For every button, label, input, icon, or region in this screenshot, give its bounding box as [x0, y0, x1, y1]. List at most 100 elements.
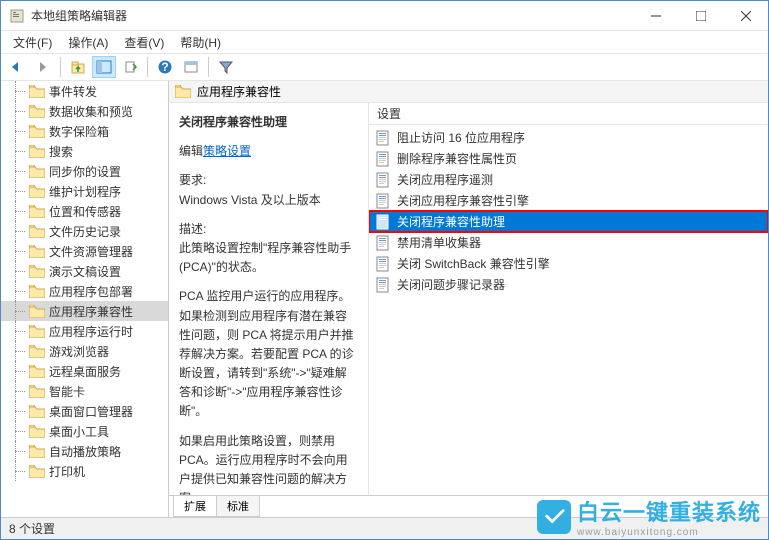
- tab-extended[interactable]: 扩展: [173, 496, 217, 517]
- requirements-text: Windows Vista 及以上版本: [179, 193, 321, 207]
- tree-scroll[interactable]: 事件转发数据收集和预览数字保险箱搜索同步你的设置维护计划程序位置和传感器文件历史…: [1, 81, 168, 517]
- watermark-text-block: 白云一键重装系统 www.baiyunxitong.com: [577, 495, 761, 538]
- up-button[interactable]: [66, 56, 90, 78]
- tree-item[interactable]: 远程桌面服务: [1, 361, 168, 381]
- settings-list-column: 设置 阻止访问 16 位应用程序删除程序兼容性属性页关闭应用程序遥测关闭应用程序…: [369, 103, 768, 495]
- tree-item[interactable]: 打印机: [1, 461, 168, 481]
- tree-item[interactable]: 事件转发: [1, 81, 168, 101]
- app-icon: [9, 8, 25, 24]
- tree-item[interactable]: 文件资源管理器: [1, 241, 168, 261]
- content-area: 事件转发数据收集和预览数字保险箱搜索同步你的设置维护计划程序位置和传感器文件历史…: [1, 81, 768, 517]
- detail-title: 应用程序兼容性: [197, 83, 281, 100]
- list-column-header[interactable]: 设置: [369, 103, 768, 125]
- list-item[interactable]: 删除程序兼容性属性页: [369, 148, 768, 169]
- detail-header: 应用程序兼容性: [169, 81, 768, 103]
- list-item[interactable]: 阻止访问 16 位应用程序: [369, 127, 768, 148]
- list-item[interactable]: 关闭问题步骤记录器: [369, 274, 768, 295]
- settings-list[interactable]: 阻止访问 16 位应用程序删除程序兼容性属性页关闭应用程序遥测关闭应用程序兼容性…: [369, 125, 768, 495]
- tree-item[interactable]: 游戏浏览器: [1, 341, 168, 361]
- detail-pane: 应用程序兼容性 关闭程序兼容性助理 编辑策略设置 要求: Windows Vist…: [169, 81, 768, 517]
- tree-item-label: 同步你的设置: [49, 163, 121, 180]
- window-title: 本地组策略编辑器: [31, 7, 633, 24]
- menu-help[interactable]: 帮助(H): [172, 32, 229, 53]
- list-item[interactable]: 关闭应用程序遥测: [369, 169, 768, 190]
- list-item-label: 禁用清单收集器: [397, 234, 481, 251]
- tree-item-label: 远程桌面服务: [49, 363, 121, 380]
- folder-icon: [175, 85, 191, 98]
- tree-item-label: 演示文稿设置: [49, 263, 121, 280]
- watermark: 白云一键重装系统 www.baiyunxitong.com: [537, 495, 761, 538]
- toolbar: ?: [1, 53, 768, 81]
- menubar: 文件(F) 操作(A) 查看(V) 帮助(H): [1, 31, 768, 53]
- list-item-label: 关闭问题步骤记录器: [397, 276, 505, 293]
- back-button[interactable]: [5, 56, 29, 78]
- forward-button[interactable]: [31, 56, 55, 78]
- list-item[interactable]: 禁用清单收集器: [369, 232, 768, 253]
- window-controls: [633, 1, 768, 30]
- watermark-text: 白云一键重装系统: [577, 495, 761, 527]
- tree-item-label: 数字保险箱: [49, 123, 109, 140]
- tree-item[interactable]: 数据收集和预览: [1, 101, 168, 121]
- tree-item-label: 维护计划程序: [49, 183, 121, 200]
- tree-item-label: 智能卡: [49, 383, 85, 400]
- separator: [208, 57, 209, 77]
- tree-item[interactable]: 演示文稿设置: [1, 261, 168, 281]
- tree-pane: 事件转发数据收集和预览数字保险箱搜索同步你的设置维护计划程序位置和传感器文件历史…: [1, 81, 169, 517]
- requirements-label: 要求:: [179, 173, 206, 187]
- tree-item[interactable]: 应用程序运行时: [1, 321, 168, 341]
- status-text: 8 个设置: [9, 520, 55, 537]
- tree-item-label: 搜索: [49, 143, 73, 160]
- tree-item[interactable]: 自动播放策略: [1, 441, 168, 461]
- list-item-label: 删除程序兼容性属性页: [397, 150, 517, 167]
- tree-item[interactable]: 应用程序兼容性: [1, 301, 168, 321]
- tree-item[interactable]: 桌面窗口管理器: [1, 401, 168, 421]
- tree-item[interactable]: 位置和传感器: [1, 201, 168, 221]
- tree-item[interactable]: 应用程序包部署: [1, 281, 168, 301]
- app-window: 本地组策略编辑器 文件(F) 操作(A) 查看(V) 帮助(H) ? 事件转发数…: [0, 0, 769, 540]
- tree-item-label: 游戏浏览器: [49, 343, 109, 360]
- list-item-label: 关闭应用程序遥测: [397, 171, 493, 188]
- watermark-icon: [537, 500, 571, 534]
- properties-button[interactable]: [179, 56, 203, 78]
- description-text-2: PCA 监控用户运行的应用程序。如果检测到应用程序有潜在兼容性问题，则 PCA …: [179, 287, 358, 421]
- minimize-button[interactable]: [633, 1, 678, 30]
- menu-view[interactable]: 查看(V): [116, 32, 172, 53]
- tree-item[interactable]: 维护计划程序: [1, 181, 168, 201]
- maximize-button[interactable]: [678, 1, 723, 30]
- watermark-url: www.baiyunxitong.com: [577, 527, 761, 538]
- show-tree-button[interactable]: [92, 56, 116, 78]
- detail-body: 关闭程序兼容性助理 编辑策略设置 要求:Windows Vista 及以上版本 …: [169, 103, 768, 495]
- svg-text:?: ?: [161, 60, 168, 74]
- selected-setting-title: 关闭程序兼容性助理: [179, 113, 358, 132]
- list-item[interactable]: 关闭应用程序兼容性引擎: [369, 190, 768, 211]
- tree-item-label: 文件历史记录: [49, 223, 121, 240]
- tree-item-label: 桌面小工具: [49, 423, 109, 440]
- edit-label: 编辑: [179, 144, 203, 158]
- export-button[interactable]: [118, 56, 142, 78]
- tree-item[interactable]: 同步你的设置: [1, 161, 168, 181]
- titlebar: 本地组策略编辑器: [1, 1, 768, 31]
- list-item[interactable]: 关闭 SwitchBack 兼容性引擎: [369, 253, 768, 274]
- list-item[interactable]: 关闭程序兼容性助理: [369, 211, 768, 232]
- tree-item-label: 位置和传感器: [49, 203, 121, 220]
- separator: [60, 57, 61, 77]
- filter-button[interactable]: [214, 56, 238, 78]
- edit-policy-link[interactable]: 策略设置: [203, 144, 251, 158]
- close-button[interactable]: [723, 1, 768, 30]
- tree-item[interactable]: 数字保险箱: [1, 121, 168, 141]
- tree-item-label: 应用程序包部署: [49, 283, 133, 300]
- menu-file[interactable]: 文件(F): [5, 32, 60, 53]
- tree-item[interactable]: 文件历史记录: [1, 221, 168, 241]
- tree-item-label: 文件资源管理器: [49, 243, 133, 260]
- tab-standard[interactable]: 标准: [216, 496, 260, 517]
- help-button[interactable]: ?: [153, 56, 177, 78]
- tree-item-label: 事件转发: [49, 83, 97, 100]
- tree-item-label: 应用程序兼容性: [49, 303, 133, 320]
- tree-item[interactable]: 智能卡: [1, 381, 168, 401]
- tree-item[interactable]: 搜索: [1, 141, 168, 161]
- tree-item[interactable]: 桌面小工具: [1, 421, 168, 441]
- list-item-label: 关闭应用程序兼容性引擎: [397, 192, 529, 209]
- description-text-3: 如果启用此策略设置，则禁用 PCA。运行应用程序时不会向用户提供已知兼容性问题的…: [179, 432, 358, 495]
- tree-item-label: 应用程序运行时: [49, 323, 133, 340]
- menu-action[interactable]: 操作(A): [60, 32, 116, 53]
